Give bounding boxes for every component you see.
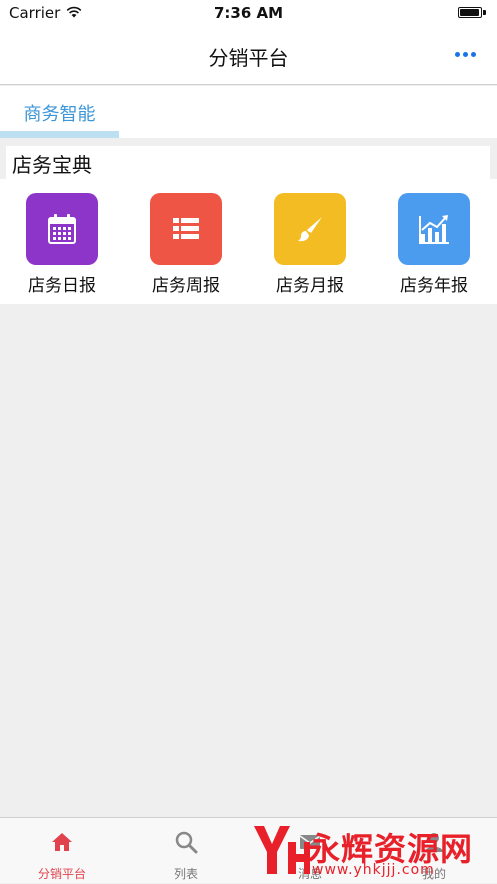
weekly-report-label: 店务周报 — [152, 276, 220, 296]
list-icon — [173, 218, 199, 239]
section-header: 店务宝典 — [6, 146, 490, 179]
daily-report-button[interactable]: 店务日报 — [0, 193, 124, 296]
monthly-report-label: 店务月报 — [276, 276, 344, 296]
more-dot — [462, 51, 468, 57]
more-button[interactable] — [451, 42, 479, 66]
watermark: 永辉资源网 www.yhkjjj.com — [248, 820, 488, 882]
segment-tabs: 商务智能 — [0, 86, 497, 138]
report-grid: 店务日报 店务周报 店务月报 店务年报 — [0, 179, 497, 304]
navigation-bar: 分销平台 — [0, 28, 497, 85]
watermark-logo-icon — [254, 826, 310, 874]
annual-report-label: 店务年报 — [400, 276, 468, 296]
tabbar-label: 分销平台 — [37, 867, 86, 881]
status-time: 7:36 AM — [213, 4, 284, 22]
battery-icon — [458, 7, 488, 19]
annual-report-button[interactable]: 店务年报 — [372, 193, 496, 296]
search-icon — [175, 831, 198, 854]
daily-report-label: 店务日报 — [28, 276, 96, 296]
chart-icon — [419, 215, 449, 244]
weekly-report-button[interactable]: 店务周报 — [124, 193, 248, 296]
more-horizontal-icon — [454, 51, 460, 57]
watermark-url: www.yhkjjj.com — [312, 862, 435, 878]
calendar-icon — [48, 214, 76, 244]
status-bar: Carrier 7:36 AM — [0, 0, 497, 28]
page-title: 分销平台 — [208, 46, 289, 70]
monthly-report-tile — [274, 193, 346, 265]
tab-business-intelligence[interactable]: 商务智能 — [0, 86, 119, 138]
tabbar-item-distribution[interactable]: 分销平台 — [0, 818, 124, 884]
tabbar-label: 列表 — [173, 867, 198, 881]
monthly-report-button[interactable]: 店务月报 — [248, 193, 372, 296]
more-dot — [470, 51, 476, 57]
home-icon — [52, 833, 72, 851]
section-title: 店务宝典 — [12, 153, 92, 177]
annual-report-tile — [398, 193, 470, 265]
daily-report-tile — [26, 193, 98, 265]
tabbar-item-list[interactable]: 列表 — [124, 818, 248, 884]
weekly-report-tile — [150, 193, 222, 265]
brush-icon — [298, 217, 322, 242]
tab-selected-indicator — [0, 131, 119, 138]
tab-label: 商务智能 — [23, 104, 96, 125]
